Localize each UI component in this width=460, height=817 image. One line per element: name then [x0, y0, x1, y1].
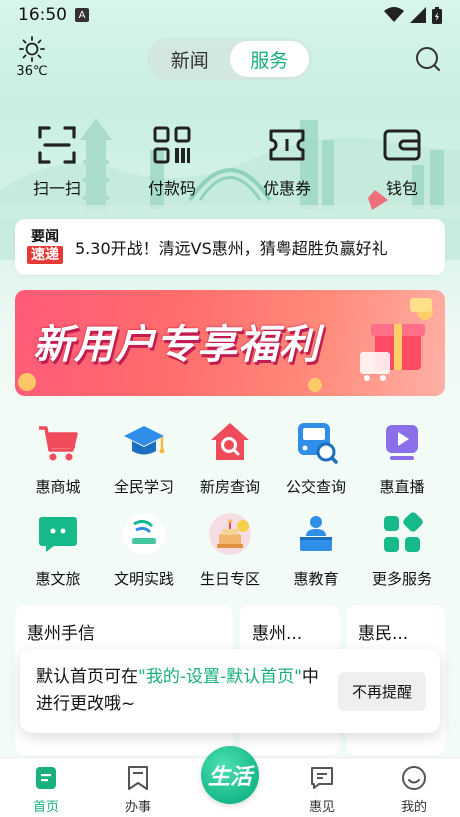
service-learning-label: 全民学习	[113, 478, 174, 496]
message-icon	[311, 767, 333, 789]
nav-life-center-button[interactable]: 生活	[201, 746, 259, 804]
nav-home-label: 首页	[32, 800, 59, 815]
search-icon[interactable]	[414, 45, 442, 73]
weather-widget[interactable]: 36℃	[14, 36, 50, 79]
quick-payment-code-label: 付款码	[147, 179, 196, 198]
service-civilization-label: 文明实践	[113, 570, 174, 588]
service-house-search[interactable]: 新房查询	[187, 420, 273, 497]
news-headline: 5.30开战！清远VS惠州，猜粤超胜负赢好礼	[75, 239, 388, 258]
dismiss-reminder-button[interactable]: 不再提醒	[337, 671, 426, 711]
service-bus-search[interactable]: 公交查询	[273, 420, 359, 497]
news-badge: 要闻 速递	[27, 228, 63, 266]
quick-actions: 扫一扫 付款码 优惠券 钱包	[0, 125, 460, 205]
wallet-icon	[383, 129, 421, 161]
more-grid-icon	[384, 512, 423, 552]
coupon-icon	[269, 129, 305, 161]
news-badge-top: 要闻	[31, 229, 59, 245]
quick-scan-label: 扫一扫	[32, 179, 81, 198]
top-tab-switch: 新闻 服务	[147, 38, 312, 80]
live-play-icon	[386, 425, 418, 460]
nav-affairs-label: 办事	[124, 800, 151, 815]
status-time: 16:50	[18, 5, 67, 25]
service-live-label: 惠直播	[379, 478, 425, 496]
profile-icon	[402, 766, 426, 790]
battery-icon	[432, 6, 442, 24]
promo-banner[interactable]: 新用户专享福利	[15, 290, 445, 396]
toast-msg-highlight: "我的-设置-默认首页"	[138, 667, 302, 687]
service-travel[interactable]: 惠文旅	[15, 512, 101, 589]
nav-life-label: 生活	[207, 765, 252, 790]
service-mall[interactable]: 惠商城	[15, 420, 101, 497]
card-huizhou-title: 惠州...	[252, 624, 303, 644]
quick-scan[interactable]: 扫一扫	[12, 125, 102, 199]
house-search-icon	[211, 423, 249, 460]
graduation-cap-icon	[124, 426, 165, 455]
cart-icon	[39, 426, 78, 461]
service-civilization[interactable]: 文明实践	[101, 512, 187, 589]
wifi-icon	[384, 7, 404, 22]
nav-affairs[interactable]: 办事	[108, 765, 168, 815]
civilization-logo-icon	[123, 513, 165, 555]
bus-search-icon	[298, 423, 338, 464]
quick-coupon[interactable]: 优惠券	[242, 125, 332, 199]
weather-temp: 36℃	[16, 64, 48, 79]
service-education-label: 惠教育	[293, 570, 339, 588]
service-birthday-label: 生日专区	[199, 570, 260, 588]
tab-services[interactable]: 服务	[229, 41, 309, 77]
news-badge-bottom: 速递	[27, 246, 63, 264]
quick-wallet-label: 钱包	[385, 179, 418, 198]
service-house-search-label: 新房查询	[199, 478, 260, 496]
sun-icon	[19, 36, 45, 62]
service-more-label: 更多服务	[371, 570, 432, 588]
service-mall-label: 惠商城	[35, 478, 81, 496]
status-bar: 16:50 A	[0, 0, 460, 30]
card-souvenir-title: 惠州手信	[27, 624, 95, 644]
banner-title: 新用户专享福利	[33, 322, 320, 368]
toast-msg-pre: 默认首页可在	[36, 667, 138, 687]
teacher-podium-icon	[300, 516, 332, 551]
affairs-icon	[128, 766, 148, 790]
service-travel-label: 惠文旅	[35, 570, 81, 588]
service-bus-search-label: 公交查询	[285, 478, 346, 496]
birthday-cake-icon	[209, 513, 251, 555]
nav-home[interactable]: 首页	[16, 765, 76, 815]
card-huimin-title: 惠民...	[358, 624, 409, 644]
default-home-toast: 默认首页可在"我的-设置-默认首页"中进行更改哦~ 不再提醒	[20, 649, 440, 733]
scan-icon	[38, 126, 76, 164]
news-ticker[interactable]: 要闻 速递 5.30开战！清远VS惠州，猜粤超胜负赢好礼	[15, 219, 445, 275]
nav-messages[interactable]: 惠见	[292, 765, 352, 815]
notification-a-icon: A	[75, 8, 89, 22]
chat-travel-icon	[39, 517, 77, 552]
nav-profile-label: 我的	[400, 800, 427, 815]
quick-wallet[interactable]: 钱包	[357, 125, 447, 199]
service-birthday[interactable]: 生日专区	[187, 512, 273, 589]
service-learning[interactable]: 全民学习	[101, 420, 187, 497]
tab-news[interactable]: 新闻	[150, 41, 230, 77]
signal-icon	[410, 7, 426, 23]
toast-message: 默认首页可在"我的-设置-默认首页"中进行更改哦~	[36, 664, 326, 718]
nav-profile[interactable]: 我的	[384, 765, 444, 815]
service-live[interactable]: 惠直播	[359, 420, 445, 497]
service-more[interactable]: 更多服务	[359, 512, 445, 589]
quick-coupon-label: 优惠券	[262, 179, 311, 198]
quick-payment-code[interactable]: 付款码	[127, 125, 217, 199]
nav-messages-label: 惠见	[308, 800, 335, 815]
service-education[interactable]: 惠教育	[273, 512, 359, 589]
payment-code-icon	[153, 126, 191, 164]
home-icon	[36, 767, 56, 789]
